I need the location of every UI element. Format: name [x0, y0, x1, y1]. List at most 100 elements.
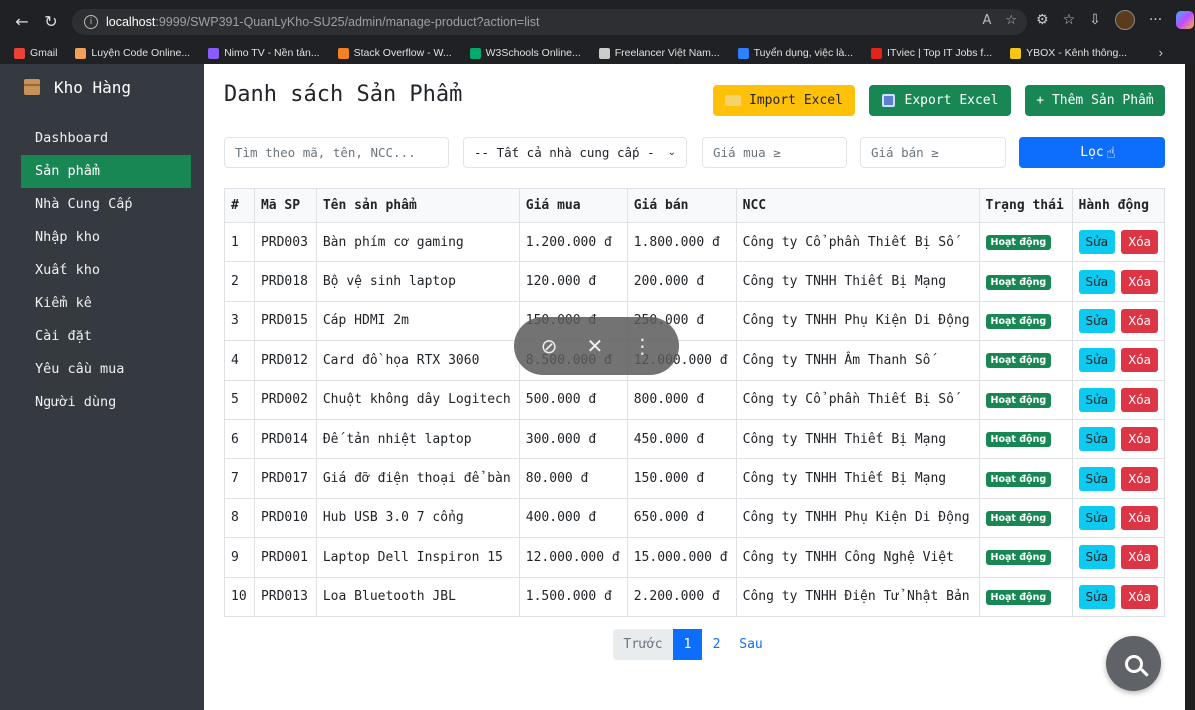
mute-icon[interactable]: ✕: [587, 334, 604, 358]
reload-icon[interactable]: ↻: [37, 7, 65, 35]
edit-button[interactable]: Sửa: [1078, 230, 1116, 255]
cell-status: Hoạt động: [978, 379, 1073, 420]
cell-name: Bàn phím cơ gaming: [315, 221, 520, 263]
edit-button[interactable]: Sửa: [1078, 545, 1116, 570]
profile-avatar[interactable]: [1114, 10, 1135, 30]
pagination-page-2[interactable]: 2: [702, 629, 731, 660]
sidebar-item-dashboard[interactable]: Dashboard: [21, 122, 191, 155]
site-info-icon[interactable]: i: [84, 15, 98, 29]
sidebar-item-import[interactable]: Nhập kho: [21, 221, 191, 254]
edit-button[interactable]: Sửa: [1078, 466, 1116, 491]
status-badge: Hoạt động: [985, 274, 1052, 290]
delete-button[interactable]: Xóa: [1121, 584, 1158, 609]
supplier-select[interactable]: -- Tất cả nhà cung cấp - ⌄: [463, 137, 687, 168]
edit-button[interactable]: Sửa: [1078, 269, 1116, 294]
bookmark-favicon-icon: [737, 47, 749, 59]
delete-button[interactable]: Xóa: [1121, 466, 1158, 491]
bookmark-item[interactable]: W3Schools Online...: [469, 47, 581, 59]
pin-off-icon[interactable]: ⊘: [541, 334, 558, 358]
status-badge: Hoạt động: [985, 392, 1052, 408]
address-bar[interactable]: i localhost:9999/SWP391-QuanLyKho-SU25/a…: [72, 9, 1027, 35]
edit-button[interactable]: Sửa: [1078, 348, 1116, 373]
chevron-down-icon: ⌄: [667, 147, 676, 158]
status-badge: Hoạt động: [985, 589, 1052, 605]
sidebar-item-inventory-check[interactable]: Kiểm kê: [21, 287, 191, 320]
cell-sell-price: 450.000 đ: [626, 418, 737, 460]
media-overlay-controls: ⊘ ✕ ⋮: [514, 317, 679, 375]
delete-button[interactable]: Xóa: [1121, 269, 1158, 294]
delete-button[interactable]: Xóa: [1121, 505, 1158, 530]
sidebar-item-users[interactable]: Người dùng: [21, 386, 191, 419]
main-content: Danh sách Sản Phẩm Import Excel Export E…: [204, 64, 1185, 710]
extensions-icon[interactable]: ⚙: [1036, 12, 1049, 28]
cell-supplier: Công ty TNHH Thiết Bị Mạng: [735, 261, 980, 302]
bookmark-item[interactable]: Freelancer Việt Nam...: [598, 47, 720, 59]
cell-name: Chuột không dây Logitech: [315, 379, 520, 420]
bookmark-item[interactable]: Gmail: [14, 47, 57, 59]
cell-actions: Sửa Xóa: [1071, 537, 1165, 578]
delete-button[interactable]: Xóa: [1121, 427, 1158, 452]
cell-no: 10: [224, 576, 255, 617]
sidebar-item-purchase-requests[interactable]: Yêu cầu mua: [21, 353, 191, 386]
bookmark-item[interactable]: Nimo TV - Nền tản...: [208, 47, 320, 59]
brand-label: Kho Hàng: [54, 77, 132, 97]
edit-button[interactable]: Sửa: [1078, 427, 1116, 452]
delete-button[interactable]: Xóa: [1121, 308, 1158, 333]
cell-actions: Sửa Xóa: [1071, 458, 1165, 499]
delete-button[interactable]: Xóa: [1121, 545, 1158, 570]
more-vertical-icon[interactable]: ⋮: [632, 334, 652, 358]
status-badge: Hoạt động: [985, 550, 1052, 566]
delete-button[interactable]: Xóa: [1121, 387, 1158, 412]
pagination-prev[interactable]: Trước: [613, 629, 673, 660]
add-product-button[interactable]: + Thêm Sản Phẩm: [1025, 85, 1165, 116]
more-menu-icon[interactable]: ···: [1149, 12, 1162, 28]
sidebar-item-products[interactable]: Sản phẩm: [21, 155, 191, 188]
sidebar-item-export[interactable]: Xuất kho: [21, 254, 191, 287]
table-header-row: # Mã SP Tên sản phẩm Giá mua Giá bán NCC…: [224, 188, 1165, 223]
delete-button[interactable]: Xóa: [1121, 230, 1158, 255]
delete-button[interactable]: Xóa: [1121, 348, 1158, 373]
favorite-star-icon[interactable]: ☆: [1005, 13, 1017, 28]
bookmark-favicon-icon: [598, 47, 610, 59]
edit-button[interactable]: Sửa: [1078, 584, 1116, 609]
favorites-icon[interactable]: ☆: [1063, 12, 1076, 28]
bookmark-item[interactable]: Tuyển dụng, việc là...: [737, 47, 853, 59]
buy-price-min-input[interactable]: Giá mua ≥: [702, 137, 847, 168]
edit-button[interactable]: Sửa: [1078, 505, 1116, 530]
cell-buy-price: 300.000 đ: [518, 418, 628, 460]
sidebar-item-suppliers[interactable]: Nhà Cung Cấp: [21, 188, 191, 221]
search-input[interactable]: Tìm theo mã, tên, NCC...: [224, 137, 449, 168]
cell-no: 9: [224, 537, 255, 578]
pagination-next[interactable]: Sau: [731, 629, 771, 660]
edit-button[interactable]: Sửa: [1078, 387, 1116, 412]
downloads-icon[interactable]: ⇩: [1089, 12, 1101, 28]
bookmark-favicon-icon: [1010, 47, 1022, 59]
bookmark-item[interactable]: Luyện Code Online...: [75, 47, 190, 59]
import-excel-button[interactable]: Import Excel: [713, 85, 855, 116]
cell-no: 6: [224, 418, 255, 460]
box-icon: [24, 79, 40, 95]
bookmark-item[interactable]: Stack Overflow - W...: [337, 47, 452, 59]
spreadsheet-icon: [881, 94, 895, 107]
bookmark-item[interactable]: ITviec | Top IT Jobs f...: [871, 47, 992, 59]
cell-status: Hoạt động: [978, 261, 1073, 302]
zoom-in-button[interactable]: [1106, 636, 1161, 691]
bookmarks-overflow-icon[interactable]: ›: [1159, 45, 1163, 60]
filter-button[interactable]: Lọc: [1019, 137, 1165, 168]
back-icon[interactable]: ←: [8, 7, 36, 35]
cell-name: Đế tản nhiệt laptop: [315, 418, 520, 460]
cell-buy-price: 1.200.000 đ: [518, 221, 628, 263]
bookmark-item[interactable]: YBOX - Kênh thông...: [1010, 47, 1127, 59]
read-aloud-icon[interactable]: A: [982, 13, 991, 28]
sell-price-min-input[interactable]: Giá bán ≥: [860, 137, 1006, 168]
table-row: 9 PRD001 Laptop Dell Inspiron 15 12.000.000…: [224, 537, 1165, 578]
sidebar-item-settings[interactable]: Cài đặt: [21, 320, 191, 353]
copilot-icon[interactable]: [1176, 11, 1195, 29]
edit-button[interactable]: Sửa: [1078, 308, 1116, 333]
pagination-page-1[interactable]: 1: [673, 629, 702, 660]
brand[interactable]: Kho Hàng: [0, 74, 204, 100]
cell-status: Hoạt động: [978, 576, 1073, 617]
export-excel-button[interactable]: Export Excel: [869, 85, 1011, 116]
cell-status: Hoạt động: [978, 537, 1073, 578]
cell-status: Hoạt động: [978, 497, 1073, 539]
